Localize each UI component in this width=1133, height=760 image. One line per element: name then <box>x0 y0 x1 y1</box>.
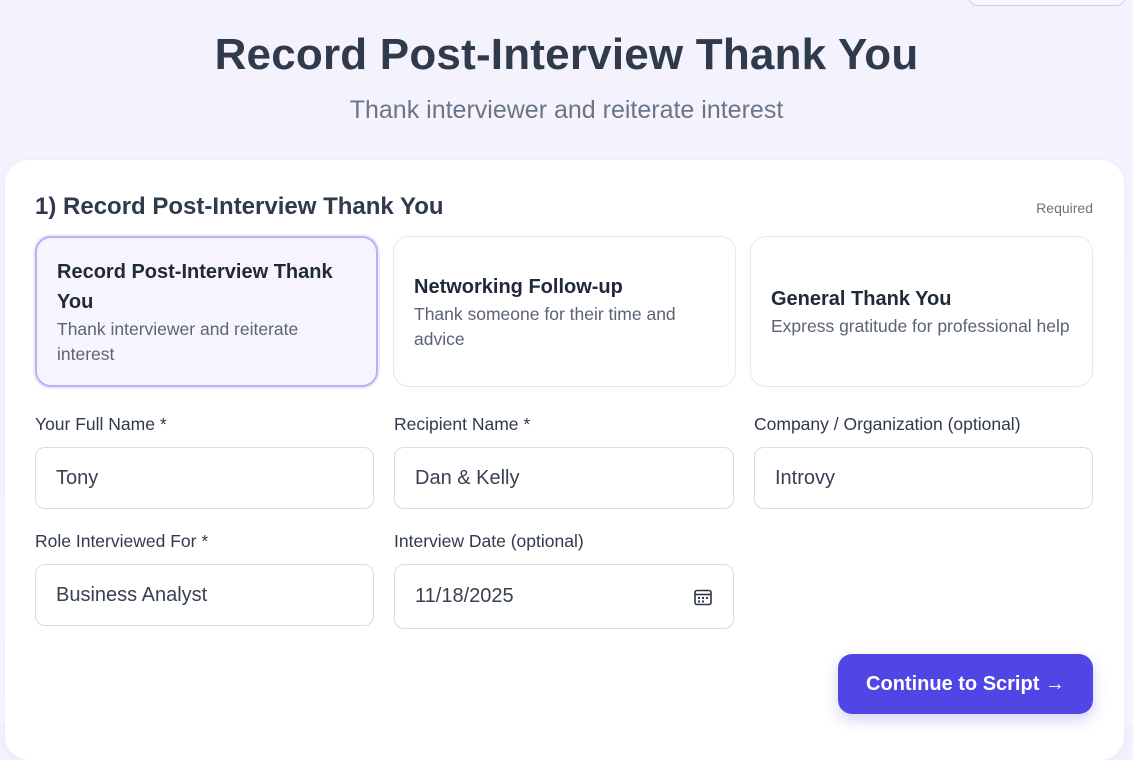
option-description: Thank someone for their time and advice <box>414 303 676 349</box>
full-name-label: Your Full Name * <box>35 414 167 434</box>
interview-date-label: Interview Date (optional) <box>394 531 584 551</box>
continue-to-script-button[interactable]: Continue to Script → <box>838 654 1093 714</box>
option-card-post-interview[interactable]: Record Post-Interview Thank You Thank in… <box>35 236 378 387</box>
recipient-name-label: Recipient Name * <box>394 414 531 434</box>
interview-date-value: 11/18/2025 <box>415 585 514 607</box>
required-label: Required <box>1036 200 1093 216</box>
full-name-input[interactable] <box>35 447 374 509</box>
option-title: Record Post-Interview Thank You <box>57 260 333 313</box>
top-right-button[interactable] <box>968 0 1126 6</box>
option-card-general[interactable]: General Thank You Express gratitude for … <box>750 236 1093 387</box>
page-title: Record Post-Interview Thank You <box>214 30 919 79</box>
interview-date-input[interactable]: 11/18/2025 <box>394 564 734 629</box>
option-description: Express gratitude for professional help <box>771 316 1070 336</box>
page-subtitle: Thank interviewer and reiterate interest <box>349 96 784 124</box>
role-label: Role Interviewed For * <box>35 531 209 551</box>
option-description: Thank interviewer and reiterate interest <box>57 318 299 364</box>
option-title: Networking Follow-up <box>414 275 623 298</box>
calendar-icon[interactable] <box>693 587 713 607</box>
company-input[interactable] <box>754 447 1093 509</box>
recipient-name-input[interactable] <box>394 447 734 509</box>
option-title: General Thank You <box>771 288 952 310</box>
role-input[interactable] <box>35 564 374 626</box>
option-card-networking[interactable]: Networking Follow-up Thank someone for t… <box>393 236 736 387</box>
section-title: 1) Record Post-Interview Thank You <box>35 193 444 220</box>
company-label: Company / Organization (optional) <box>754 414 1021 434</box>
